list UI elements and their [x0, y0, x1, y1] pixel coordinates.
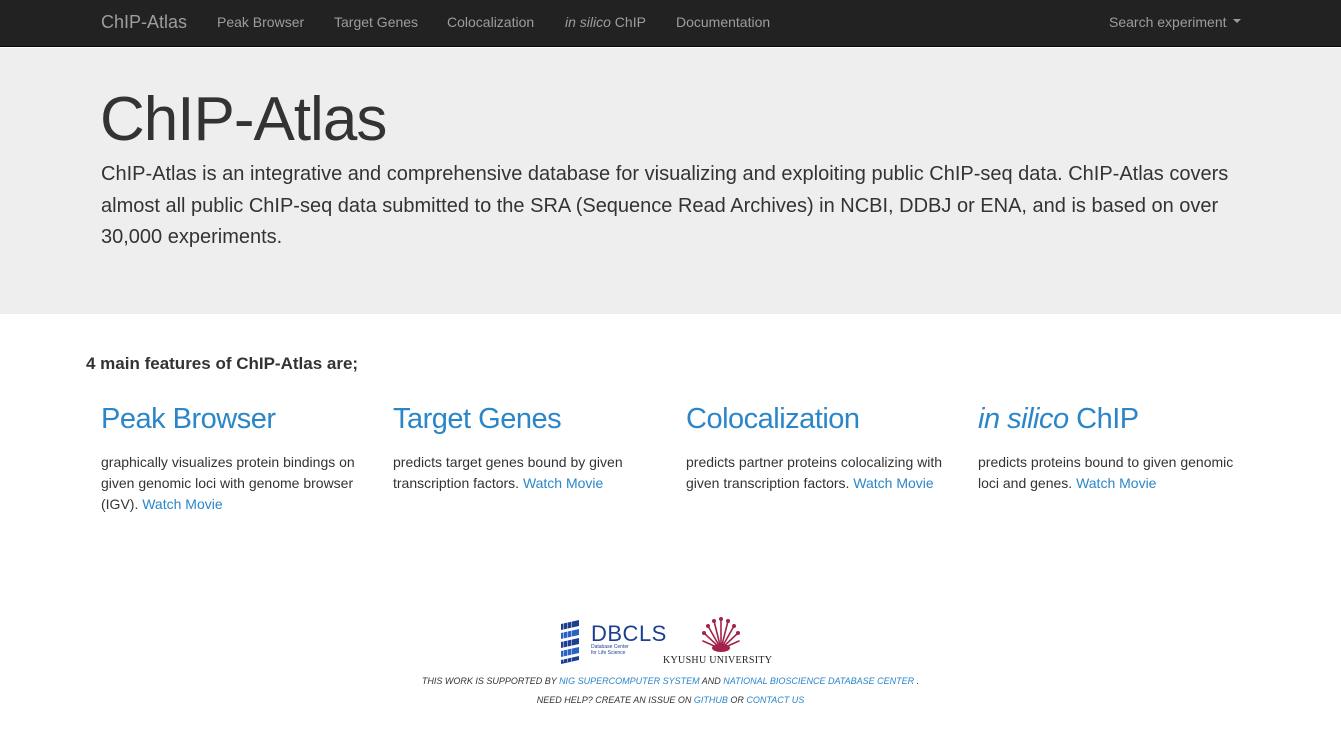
feature-title-in-silico-chip[interactable]: in silico ChIP	[978, 403, 1243, 436]
github-link[interactable]: GitHub	[694, 695, 728, 705]
feature-desc-text: graphically visualizes protein bindings …	[101, 454, 355, 512]
feature-peak-browser: Peak Browser graphically visualizes prot…	[101, 403, 366, 515]
features-heading: 4 main features of ChIP-Atlas are;	[86, 354, 359, 373]
feature-in-silico-chip: in silico ChIP predicts proteins bound t…	[978, 403, 1243, 494]
support-prefix: This work is supported by	[421, 676, 560, 686]
nav-item-colocalization[interactable]: Colocalization	[447, 14, 534, 30]
nav-brand[interactable]: ChIP-Atlas	[101, 12, 187, 33]
feature-colocalization: Colocalization predicts partner proteins…	[686, 403, 951, 494]
dbcls-logo-icon	[561, 620, 579, 664]
jumbotron: ChIP-Atlas ChIP-Atlas is an integrative …	[0, 48, 1341, 314]
search-experiment-label: Search experiment	[1109, 14, 1227, 30]
dbcls-logo-subtext-line: for Life Science	[591, 649, 626, 656]
caret-down-icon	[1232, 19, 1241, 24]
feature-title-target-genes[interactable]: Target Genes	[393, 403, 658, 436]
watch-movie-link[interactable]: Watch Movie	[1076, 475, 1156, 491]
feature-desc-target-genes: predicts target genes bound by given tra…	[393, 452, 658, 494]
feature-title-italic: in silico	[978, 403, 1069, 435]
kyushu-logo-text: KYUSHU UNIVERSITY	[663, 655, 773, 666]
help-prefix: Need help? Create an issue on	[536, 695, 694, 705]
nav-item-peak-browser[interactable]: Peak Browser	[217, 14, 304, 30]
nav-item-in-silico-chip[interactable]: in silico ChIP	[565, 14, 646, 30]
kyushu-logo-icon	[702, 617, 740, 652]
feature-desc-colocalization: predicts partner proteins colocalizing w…	[686, 452, 951, 494]
help-or: or	[727, 695, 747, 705]
nav-item-documentation[interactable]: Documentation	[676, 14, 770, 30]
feature-desc-peak-browser: graphically visualizes protein bindings …	[101, 452, 366, 515]
feature-title-peak-browser[interactable]: Peak Browser	[101, 403, 366, 436]
watch-movie-link[interactable]: Watch Movie	[853, 475, 933, 491]
support-and: and	[699, 676, 724, 686]
page-title: ChIP-Atlas	[100, 85, 387, 154]
feature-title-rest: ChIP	[1068, 403, 1139, 435]
feature-target-genes: Target Genes predicts target genes bound…	[393, 403, 658, 494]
nbdc-link[interactable]: National Bioscience Database Center	[723, 676, 914, 686]
page-description: ChIP-Atlas is an integrative and compreh…	[101, 163, 1229, 248]
contact-us-link[interactable]: contact us	[746, 695, 804, 705]
nav-item-target-genes[interactable]: Target Genes	[334, 14, 418, 30]
top-navbar: ChIP-Atlas Peak Browser Target Genes Col…	[0, 0, 1341, 47]
feature-desc-in-silico-chip: predicts proteins bound to given genomic…	[978, 452, 1243, 494]
nav-item-in-silico-rest: ChIP	[610, 14, 646, 30]
nig-supercomputer-link[interactable]: NIG supercomputer system	[559, 676, 700, 686]
help-line: Need help? Create an issue on GitHub or …	[0, 695, 1341, 705]
support-line: This work is supported by NIG supercompu…	[0, 676, 1341, 686]
search-experiment-dropdown[interactable]: Search experiment	[1109, 14, 1241, 30]
watch-movie-link[interactable]: Watch Movie	[142, 496, 222, 512]
nav-item-in-silico-italic: in silico	[565, 14, 611, 30]
watch-movie-link[interactable]: Watch Movie	[523, 475, 603, 491]
footer-logos: DBCLS Database Center for Life Science K…	[557, 614, 787, 670]
feature-title-colocalization[interactable]: Colocalization	[686, 403, 951, 436]
dbcls-logo-subtext: Database Center for Life Science	[591, 644, 631, 656]
support-suffix: .	[914, 676, 920, 686]
